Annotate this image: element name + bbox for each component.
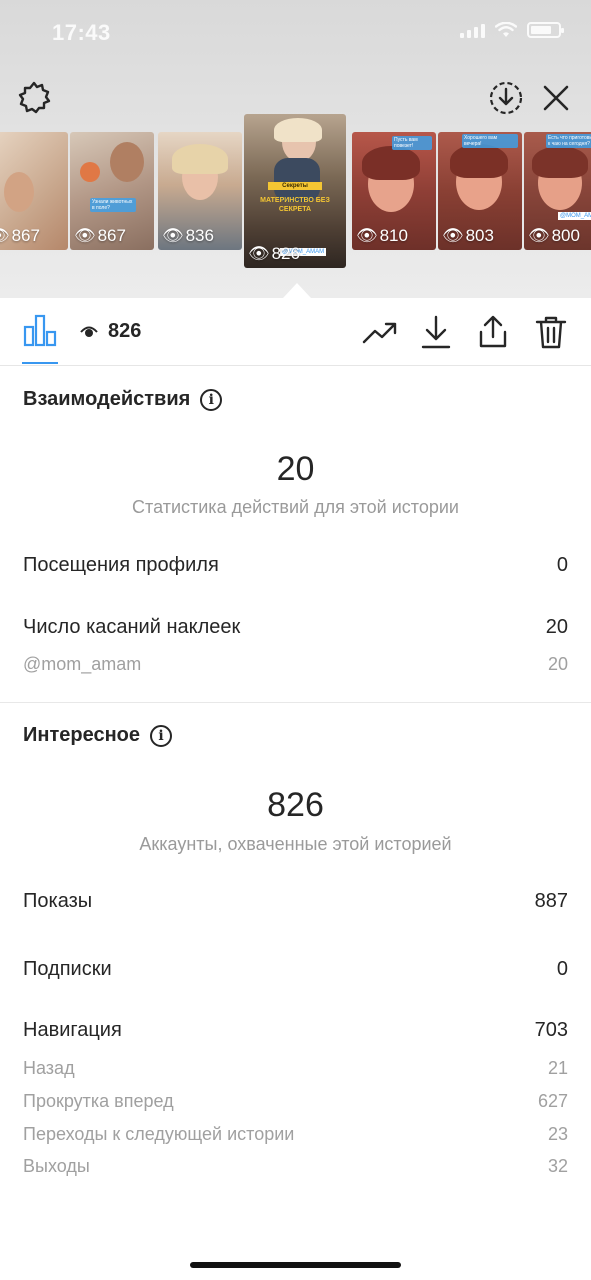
bar-chart-icon (23, 314, 57, 347)
story-header: 17:43 867 Узнали животных в поле? 👁 867 … (0, 0, 591, 298)
save-story-button[interactable] (486, 78, 526, 118)
stat-label: Показы (23, 890, 93, 912)
trash-icon (535, 316, 567, 349)
promote-button[interactable] (360, 314, 400, 350)
stat-value: 23 (547, 1124, 568, 1144)
story-views: 803 (465, 226, 494, 245)
discovery-heading: Интересное i (23, 724, 172, 747)
story-sticker-tag: @MOM_AMAM (558, 212, 591, 220)
story-views: 800 (551, 226, 580, 245)
eye-icon: 👁 (0, 226, 10, 246)
stat-subrow-exits: Выходы 32 (23, 1156, 568, 1177)
story-thumbnail[interactable]: Хорошего вам вечера! 👁 803 (438, 132, 522, 250)
interactions-title: Взаимодействия (23, 388, 191, 410)
eye-icon: 👁 (528, 226, 550, 245)
stat-value: 887 (534, 890, 568, 912)
trending-up-icon (362, 322, 397, 344)
eye-icon: 👁 (74, 226, 96, 245)
wifi-icon (495, 22, 517, 37)
stat-value: 0 (556, 958, 568, 980)
viewers-count[interactable]: 826 (80, 320, 141, 343)
eye-icon: 👁 (248, 244, 270, 263)
stat-row-impressions: Показы 887 (23, 890, 568, 913)
info-icon[interactable]: i (200, 388, 223, 411)
stat-subrow-back: Назад 21 (23, 1058, 568, 1079)
delete-button[interactable] (532, 312, 570, 352)
eye-icon: 👁 (162, 226, 184, 245)
story-views: 836 (185, 226, 214, 245)
stat-label: Переходы к следующей истории (23, 1124, 295, 1144)
story-thumbnail[interactable]: 👁 836 (158, 132, 242, 250)
eye-icon: 👁 (442, 226, 464, 245)
close-icon (543, 85, 569, 111)
stat-label: Назад (23, 1058, 75, 1078)
story-views: 867 (97, 226, 126, 245)
discovery-caption: Аккаунты, охваченные этой историей (139, 834, 452, 854)
stat-label: Выходы (23, 1156, 90, 1176)
stat-value: 627 (537, 1091, 568, 1111)
story-thumbnail[interactable]: Узнали животных в поле? 👁 867 (70, 132, 154, 250)
status-bar: 17:43 (0, 0, 591, 62)
selected-pointer (283, 283, 311, 298)
stat-row-sticker-taps: Число касаний наклеек 20 (23, 616, 568, 639)
story-views: 810 (379, 226, 408, 245)
stat-subrow-forward: Прокрутка вперед 627 (23, 1091, 568, 1112)
signal-icon (460, 22, 485, 38)
stat-value: 20 (545, 616, 568, 638)
download-button[interactable] (418, 312, 454, 352)
story-views: 826 (271, 244, 300, 263)
stat-row-profile-visits: Посещения профиля 0 (23, 554, 568, 577)
stat-row-navigation: Навигация 703 (23, 1019, 568, 1042)
views-value: 826 (108, 320, 142, 342)
download-circle-icon (489, 81, 523, 115)
discovery-title: Интересное (23, 724, 140, 746)
stat-label: Посещения профиля (23, 554, 219, 576)
stat-row-follows: Подписки 0 (23, 958, 568, 981)
stat-label: Прокрутка вперед (23, 1091, 174, 1111)
stat-value: 20 (547, 654, 568, 674)
download-icon (421, 315, 451, 349)
stat-subrow-mention: @mom_amam 20 (23, 654, 568, 675)
stat-value: 32 (547, 1156, 568, 1176)
section-divider (0, 702, 591, 703)
interactions-caption: Статистика действий для этой истории (132, 497, 459, 517)
stat-label: Число касаний наклеек (23, 616, 241, 638)
share-icon (479, 315, 507, 348)
discovery-total: 826 (267, 786, 324, 824)
eye-icon: 👁 (356, 226, 378, 245)
story-views: 867 (11, 226, 40, 245)
gear-icon (18, 81, 51, 114)
stat-label: @mom_amam (23, 654, 142, 674)
insights-toolbar: 826 (0, 298, 591, 366)
status-icons (460, 22, 564, 38)
story-thumbnail[interactable]: Пусть вам повезет! 👁 810 (352, 132, 436, 250)
stat-subrow-next-story: Переходы к следующей истории 23 (23, 1124, 568, 1145)
share-button[interactable] (474, 312, 512, 352)
stat-value: 0 (556, 554, 568, 576)
interactions-heading: Взаимодействия i (23, 388, 223, 411)
info-icon[interactable]: i (150, 724, 172, 747)
story-thumbnail-selected[interactable]: Секреты МАТЕРИНСТВО БЕЗ СЕКРЕТА @MOM_AMA… (244, 114, 346, 268)
settings-button[interactable] (14, 78, 54, 118)
stat-value: 21 (547, 1058, 568, 1078)
insights-tab[interactable] (22, 312, 58, 348)
story-sticker-title: Секреты (268, 182, 322, 190)
status-time: 17:43 (52, 20, 111, 45)
close-button[interactable] (538, 78, 574, 118)
story-thumbnails: 👁867 Узнали животных в поле? 👁867 👁836 С… (0, 114, 591, 284)
active-tab-indicator (22, 362, 58, 364)
stat-label: Подписки (23, 958, 112, 980)
story-thumbnail[interactable]: 👁867 (0, 132, 68, 250)
story-thumbnail[interactable]: Есть что приготовить к чаю на сегодня? @… (524, 132, 591, 250)
stat-value: 703 (534, 1019, 568, 1041)
interactions-total: 20 (276, 450, 315, 488)
battery-icon (527, 22, 564, 38)
stat-label: Навигация (23, 1019, 122, 1041)
eye-icon (80, 326, 98, 337)
home-indicator[interactable] (190, 1262, 401, 1268)
story-sticker-main: МАТЕРИНСТВО БЕЗ СЕКРЕТА (260, 197, 330, 213)
